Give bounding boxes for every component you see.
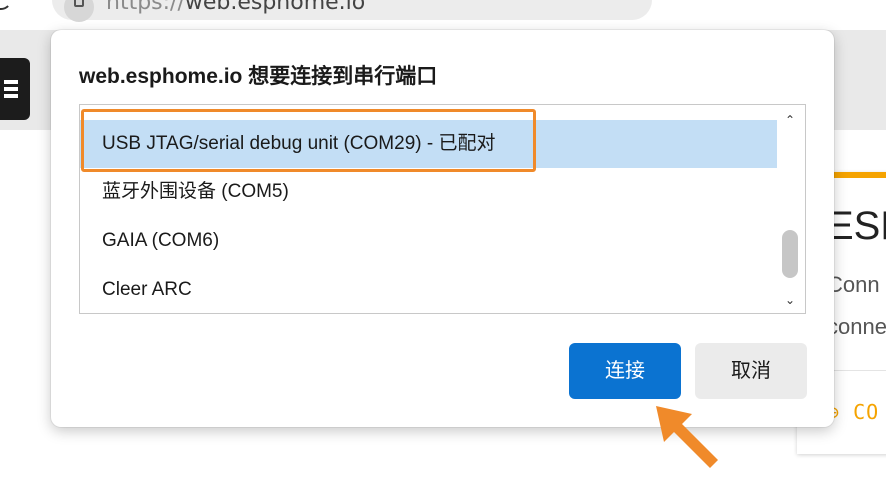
serial-port-dialog: web.esphome.io 想要连接到串行端口 USB JTAG/serial… xyxy=(51,30,834,427)
cancel-button[interactable]: 取消 xyxy=(695,343,807,399)
port-item-com6[interactable]: GAIA (COM6) xyxy=(80,217,777,265)
port-list[interactable]: USB JTAG/serial debug unit (COM29) - 已配对… xyxy=(79,104,806,314)
scroll-up-icon[interactable]: ⌃ xyxy=(783,113,797,127)
port-label: 蓝牙外围设备 (COM5) xyxy=(102,181,289,202)
port-label: USB JTAG/serial debug unit (COM29) - 已配对 xyxy=(102,133,496,154)
esphome-logo xyxy=(0,58,30,120)
card-text-line1: Conn xyxy=(827,272,880,297)
reload-icon[interactable] xyxy=(0,0,12,10)
url-scheme: https:// xyxy=(106,0,185,15)
port-item-cleer-arc[interactable]: Cleer ARC xyxy=(80,266,777,313)
card-title: ESP xyxy=(827,204,886,248)
scroll-down-icon[interactable]: ⌄ xyxy=(783,293,797,307)
card-connect-button[interactable]: ⊖ CO xyxy=(827,400,879,424)
connect-button[interactable]: 连接 xyxy=(569,343,681,399)
port-item-com5[interactable]: 蓝牙外围设备 (COM5) xyxy=(80,168,777,216)
port-label: Cleer ARC xyxy=(102,279,192,300)
port-item-com29[interactable]: USB JTAG/serial debug unit (COM29) - 已配对 xyxy=(80,120,777,168)
port-list-scrollbar[interactable]: ⌃ ⌄ xyxy=(777,105,805,313)
browser-toolbar: https://web.esphome.io xyxy=(0,0,886,30)
address-text[interactable]: https://web.esphome.io xyxy=(106,0,365,15)
pointer-arrow-icon xyxy=(656,406,718,468)
card-text-line2: conne xyxy=(827,314,886,339)
logo-mark-icon xyxy=(4,80,18,100)
url-host: web.esphome.io xyxy=(184,0,366,15)
lock-icon xyxy=(74,0,84,7)
scroll-thumb[interactable] xyxy=(782,230,798,278)
port-label: GAIA (COM6) xyxy=(102,230,220,251)
dialog-title: web.esphome.io 想要连接到串行端口 xyxy=(79,65,438,88)
